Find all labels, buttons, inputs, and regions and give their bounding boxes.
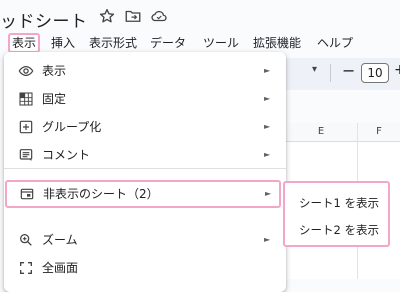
menu-tools[interactable]: ツール [203,33,239,53]
submenu-arrow-icon: ► [265,189,272,198]
menu-item-label: グループ化 [42,120,102,134]
move-to-folder-icon[interactable] [124,7,142,25]
menu-divider [4,168,286,169]
hidden-sheet-icon [19,186,35,202]
menu-item-fullscreen[interactable]: 全画面 [4,254,286,282]
menu-item-group[interactable]: グループ化 ► [4,113,286,141]
submenu-arrow-icon: ► [264,122,271,131]
increase-font-size-button[interactable]: + [394,62,400,78]
menu-item-label: 表示 [42,64,67,78]
font-dropdown-caret-icon[interactable]: ▾ [312,64,317,75]
submenu-arrow-icon: ► [264,150,271,159]
menu-format[interactable]: 表示形式 [89,33,137,53]
menu-item-show[interactable]: 表示 ► [4,57,286,85]
hidden-sheets-submenu: シート1 を表示 シート2 を表示 [283,181,390,247]
menu-item-label: ズーム [42,233,78,247]
view-menu: 表示 ► 固定 ► グループ化 ► コメント ► 非表示のシート（2） ► ズー… [4,52,286,292]
menu-view[interactable]: 表示 [8,33,41,53]
toolbar-separator [330,64,331,82]
add-box-icon [18,119,34,135]
menu-insert[interactable]: 挿入 [51,33,75,53]
fullscreen-icon [18,260,34,276]
comment-icon [18,147,34,163]
show-sheet2-item[interactable]: シート2 を表示 [299,219,379,241]
column-header-e[interactable]: E [285,123,358,142]
column-header-f[interactable]: F [358,123,400,142]
menu-help[interactable]: ヘルプ [317,33,353,53]
menu-item-label: 固定 [42,92,67,106]
menu-item-zoom[interactable]: ズーム ► [4,226,286,254]
menu-item-hidden-sheets[interactable]: 非表示のシート（2） ► [5,180,281,208]
cloud-saved-icon[interactable] [150,7,168,25]
font-size-input[interactable]: 10 [361,63,389,83]
menu-item-label: コメント [42,148,91,162]
eye-icon [18,63,34,79]
submenu-arrow-icon: ► [264,235,271,244]
title-bar: ッドシート [0,0,400,32]
freeze-grid-icon [18,91,34,107]
menu-data[interactable]: データ [150,33,186,53]
menu-item-label: 非表示のシート（2） [43,187,159,201]
zoom-icon [18,232,34,248]
menu-item-freeze[interactable]: 固定 ► [4,85,286,113]
document-title[interactable]: ッドシート [0,7,88,32]
show-sheet1-item[interactable]: シート1 を表示 [299,192,379,214]
submenu-arrow-icon: ► [264,94,271,103]
menu-extensions[interactable]: 拡張機能 [253,33,301,53]
decrease-font-size-button[interactable]: − [342,61,355,80]
menu-item-label: 全画面 [42,261,79,275]
menu-item-comments[interactable]: コメント ► [4,141,286,169]
submenu-arrow-icon: ► [264,66,271,75]
star-icon[interactable] [98,7,116,25]
